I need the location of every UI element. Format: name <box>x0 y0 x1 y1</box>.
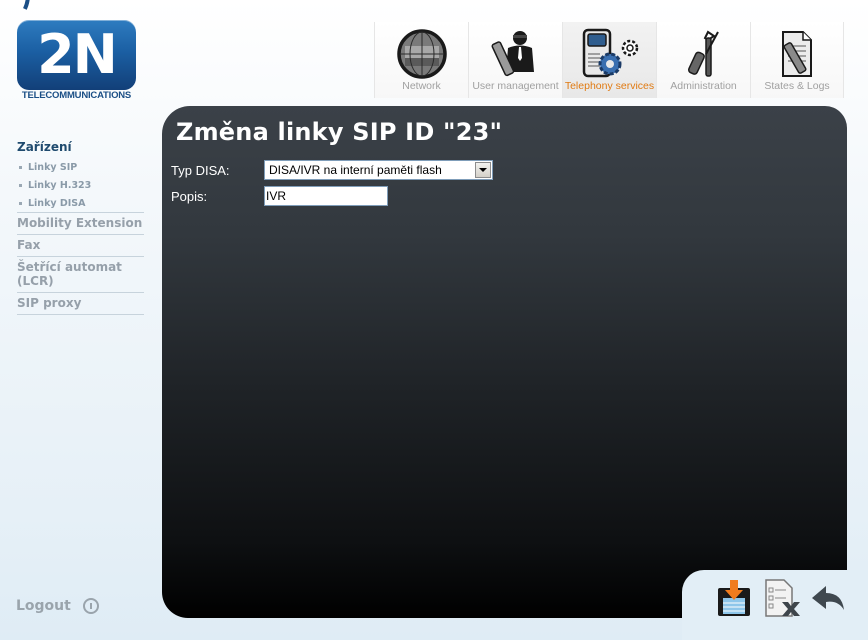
nav-network[interactable]: Network <box>374 22 468 98</box>
sidebar-subitem-linky-h323[interactable]: Linky H.323 <box>17 176 144 194</box>
logo-text: 2N <box>37 23 118 86</box>
nav-user-management[interactable]: User management <box>468 22 562 98</box>
discard-icon[interactable] <box>762 578 802 618</box>
typ-disa-select[interactable]: DISA/IVR na interní paměti flash <box>264 160 493 180</box>
nav-label: Network <box>402 80 441 92</box>
phone-gears-icon <box>582 28 638 78</box>
sidebar-item-mobility-extension[interactable]: Mobility Extension <box>17 212 144 234</box>
popis-input[interactable] <box>264 186 388 206</box>
nav-label: States & Logs <box>764 80 830 92</box>
typ-disa-label: Typ DISA: <box>171 162 230 178</box>
top-navigation: Network User management Telephony servic… <box>374 22 844 98</box>
logout-button[interactable]: Logout <box>16 598 99 614</box>
nav-label: User management <box>472 80 559 92</box>
nav-states-logs[interactable]: States & Logs <box>750 22 844 98</box>
globe-icon <box>396 29 447 79</box>
back-arrow-icon[interactable] <box>808 578 848 618</box>
tools-icon <box>687 30 719 77</box>
action-tray <box>682 570 868 640</box>
document-pencil-icon <box>782 31 812 77</box>
sidebar-item-fax[interactable]: Fax <box>17 234 144 256</box>
sidebar-subitem-linky-sip[interactable]: Linky SIP <box>17 158 144 176</box>
typ-disa-row: Typ DISA: DISA/IVR na interní paměti fla… <box>171 160 493 180</box>
sidebar-subitem-linky-disa[interactable]: Linky DISA <box>17 194 144 212</box>
sidebar: Zařízení Linky SIP Linky H.323 Linky DIS… <box>17 138 144 315</box>
bullet-icon <box>19 184 22 187</box>
logo-subtitle: TELECOMMUNICATIONS <box>21 90 132 101</box>
save-icon[interactable] <box>714 578 754 618</box>
sidebar-item-sip-proxy[interactable]: SIP proxy <box>17 292 144 315</box>
popis-label: Popis: <box>171 188 208 204</box>
main-panel: Změna linky SIP ID "23" Typ DISA: DISA/I… <box>162 106 847 618</box>
nav-label: Telephony services <box>564 80 655 92</box>
sidebar-item-lcr[interactable]: Šetřící automat (LCR) <box>17 256 144 292</box>
nav-administration[interactable]: Administration <box>656 22 750 98</box>
sidebar-heading-zarizeni[interactable]: Zařízení <box>17 138 144 158</box>
sidebar-subitem-label: Linky DISA <box>28 198 86 209</box>
typ-disa-value: DISA/IVR na interní paměti flash <box>269 163 442 177</box>
bullet-icon <box>19 166 22 169</box>
popis-row: Popis: <box>171 186 388 206</box>
sidebar-subitem-label: Linky H.323 <box>28 180 92 191</box>
nav-telephony-services[interactable]: Telephony services <box>562 22 656 98</box>
power-icon <box>82 598 99 614</box>
logout-label: Logout <box>16 598 71 614</box>
bullet-icon <box>19 202 22 205</box>
chevron-down-icon[interactable] <box>475 162 491 178</box>
sidebar-subitem-label: Linky SIP <box>28 162 78 173</box>
logo[interactable]: 2N <box>17 20 136 90</box>
page-title: Změna linky SIP ID "23" <box>176 118 503 146</box>
nav-label: Administration <box>670 80 737 92</box>
user-pencil-icon <box>491 31 534 77</box>
